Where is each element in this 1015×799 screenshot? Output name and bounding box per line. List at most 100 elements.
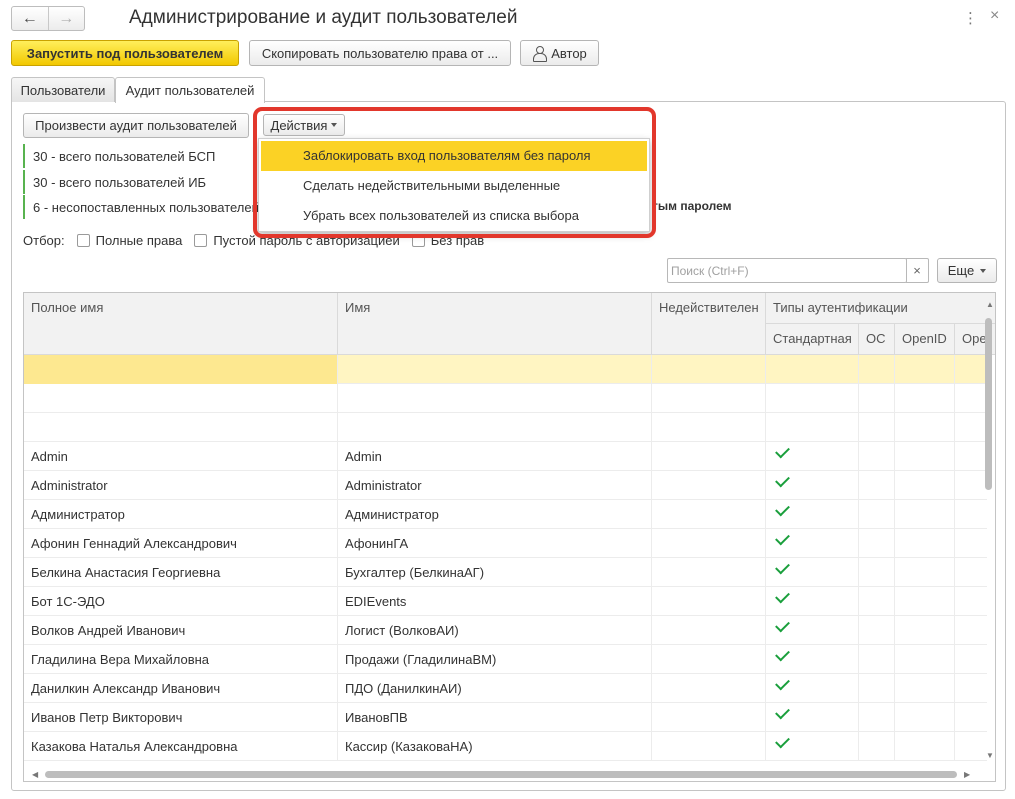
column-divider xyxy=(337,732,338,761)
column-divider xyxy=(765,442,766,471)
tab-user-audit[interactable]: Аудит пользователей xyxy=(115,77,265,103)
forward-arrow-icon[interactable]: → xyxy=(49,7,85,30)
table-row[interactable]: Белкина Анастасия Георгиевна Бухгалтер (Б… xyxy=(24,558,987,587)
table-row[interactable]: Администратор Администратор xyxy=(24,500,987,529)
column-divider xyxy=(765,616,766,645)
header-standard[interactable]: Стандартная xyxy=(766,324,859,355)
column-divider xyxy=(337,413,338,442)
column-divider xyxy=(954,558,955,587)
column-divider xyxy=(894,732,895,761)
column-divider xyxy=(954,471,955,500)
back-arrow-icon[interactable]: ← xyxy=(12,7,49,30)
menu-highlight-frame xyxy=(253,107,656,238)
cell-full-name xyxy=(24,384,338,413)
column-divider xyxy=(858,732,859,761)
table-row[interactable]: Данилкин Александр Иванович ПДО (Данилкин… xyxy=(24,674,987,703)
empty-password-checkbox[interactable] xyxy=(194,233,208,247)
column-divider xyxy=(894,645,895,674)
header-name[interactable]: Имя xyxy=(338,293,652,355)
clear-search-icon[interactable]: × xyxy=(906,258,929,283)
horizontal-scrollbar-thumb[interactable] xyxy=(45,771,957,778)
cell-name: Логист (ВолковАИ) xyxy=(345,623,459,638)
column-divider xyxy=(651,413,652,442)
scroll-up-arrow-icon[interactable]: ▲ xyxy=(986,300,994,309)
table-row[interactable] xyxy=(24,384,987,413)
column-divider xyxy=(894,529,895,558)
column-divider xyxy=(651,616,652,645)
window-title: Администрирование и аудит пользователей xyxy=(129,7,518,28)
filter-full-rights[interactable]: Полные права xyxy=(76,233,182,248)
table-row[interactable]: Admin Admin xyxy=(24,442,987,471)
checkmark-icon xyxy=(775,704,790,720)
close-icon[interactable]: × xyxy=(990,7,999,25)
column-divider xyxy=(894,500,895,529)
column-divider xyxy=(954,529,955,558)
checkmark-icon xyxy=(775,443,790,459)
cell-name: EDIEvents xyxy=(345,594,407,609)
table-row[interactable] xyxy=(24,355,987,384)
column-divider xyxy=(765,384,766,413)
column-divider xyxy=(858,500,859,529)
more-menu-icon[interactable]: ⋮ xyxy=(963,9,978,27)
table-row[interactable]: Казакова Наталья Александровна Кассир (Ка… xyxy=(24,732,987,761)
column-divider xyxy=(954,442,955,471)
column-divider xyxy=(858,645,859,674)
checkmark-icon xyxy=(775,530,790,546)
author-button[interactable]: Автор xyxy=(520,40,599,66)
column-divider xyxy=(858,384,859,413)
table-row[interactable]: Гладилина Вера Михайловна Продажи (Гладил… xyxy=(24,645,987,674)
users-table: Полное имя Имя Недействителен Типы аутен… xyxy=(23,292,996,782)
column-divider xyxy=(858,529,859,558)
column-divider xyxy=(651,500,652,529)
more-button[interactable]: Еще xyxy=(937,258,997,283)
table-row[interactable]: Бот 1С-ЭДО EDIEvents xyxy=(24,587,987,616)
header-full-name[interactable]: Полное имя xyxy=(24,293,338,355)
cell-full-name: Иванов Петр Викторович xyxy=(31,710,183,725)
column-divider xyxy=(765,500,766,529)
column-divider xyxy=(337,355,338,384)
column-divider xyxy=(954,645,955,674)
column-divider xyxy=(954,355,955,384)
column-divider xyxy=(651,732,652,761)
scroll-down-arrow-icon[interactable]: ▼ xyxy=(986,751,994,760)
table-row[interactable]: Волков Андрей Иванович Логист (ВолковАИ) xyxy=(24,616,987,645)
table-row[interactable] xyxy=(24,413,987,442)
full-rights-checkbox[interactable] xyxy=(76,233,90,247)
cell-name: АфонинГА xyxy=(345,536,409,551)
cell-full-name: Бот 1С-ЭДО xyxy=(31,594,105,609)
tab-users[interactable]: Пользователи xyxy=(11,77,115,102)
column-divider xyxy=(651,674,652,703)
search-input[interactable]: Поиск (Ctrl+F) xyxy=(667,258,907,283)
checkmark-icon xyxy=(775,559,790,575)
vertical-scrollbar-thumb[interactable] xyxy=(985,318,992,490)
scroll-left-arrow-icon[interactable]: ◀ xyxy=(32,770,38,779)
column-divider xyxy=(858,616,859,645)
column-divider xyxy=(765,587,766,616)
copy-rights-button[interactable]: Скопировать пользователю права от ... xyxy=(249,40,511,66)
header-invalid[interactable]: Недействителен xyxy=(652,293,766,355)
cell-name: ПДО (ДанилкинАИ) xyxy=(345,681,462,696)
column-divider xyxy=(894,558,895,587)
run-as-user-button[interactable]: Запустить под пользователем xyxy=(11,40,239,66)
cell-name: Бухгалтер (БелкинаАГ) xyxy=(345,565,485,580)
column-divider xyxy=(858,471,859,500)
table-row[interactable]: Administrator Administrator xyxy=(24,471,987,500)
column-divider xyxy=(337,500,338,529)
table-row[interactable]: Иванов Петр Викторович ИвановПВ xyxy=(24,703,987,732)
run-audit-button[interactable]: Произвести аудит пользователей xyxy=(23,113,249,138)
column-divider xyxy=(651,587,652,616)
table-row[interactable]: Афонин Геннадий Александрович АфонинГА xyxy=(24,529,987,558)
column-divider xyxy=(894,442,895,471)
column-divider xyxy=(765,413,766,442)
column-divider xyxy=(954,384,955,413)
scroll-right-arrow-icon[interactable]: ▶ xyxy=(964,770,970,779)
cell-name: Administrator xyxy=(345,478,422,493)
column-divider xyxy=(337,471,338,500)
header-openid[interactable]: OpenID xyxy=(895,324,955,355)
column-divider xyxy=(337,587,338,616)
header-os[interactable]: ОС xyxy=(859,324,895,355)
cell-name: Кассир (КазаковаНА) xyxy=(345,739,473,754)
column-divider xyxy=(894,355,895,384)
cell-full-name: Administrator xyxy=(31,478,108,493)
column-divider xyxy=(954,703,955,732)
